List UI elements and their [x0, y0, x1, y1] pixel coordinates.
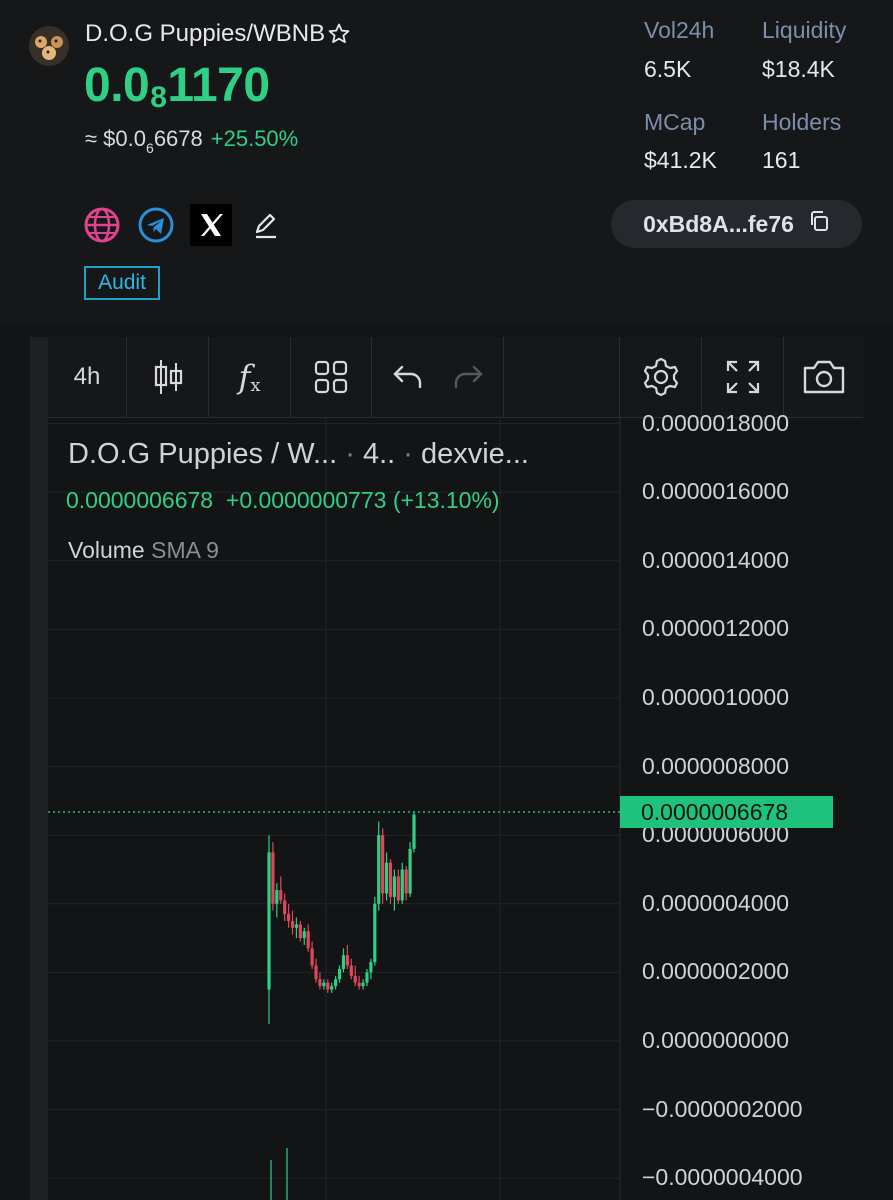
price-axis-label: 0.0000014000: [642, 546, 790, 573]
copy-icon[interactable]: [808, 210, 830, 238]
chart-grid: [48, 418, 620, 1200]
candle-body: [392, 876, 397, 897]
token-price: 0.081170: [84, 59, 270, 114]
candle-body: [318, 979, 322, 987]
usd-price: ≈ $0.066678 +25.50%: [85, 126, 299, 156]
price-axis-label: 0.0000012000: [642, 615, 790, 642]
current-price-tag: 0.0000006678: [620, 796, 833, 828]
interval-selector[interactable]: 4h: [48, 337, 126, 417]
x-logo-icon[interactable]: [190, 204, 232, 246]
price-change: +25.50%: [210, 126, 299, 151]
candle-body: [298, 924, 302, 939]
mcap-label: MCap: [644, 109, 706, 135]
candle-body: [310, 948, 314, 966]
grid-icon[interactable]: [291, 337, 371, 417]
candle-body: [283, 900, 287, 915]
candle-body: [388, 862, 393, 897]
candle-body: [345, 955, 349, 966]
price-axis-label: 0.0000018000: [642, 409, 790, 436]
candle-body: [267, 852, 271, 990]
candle-body: [365, 972, 369, 983]
holders-value: 161: [762, 147, 801, 173]
camera-icon[interactable]: [784, 337, 863, 417]
candle-body: [381, 835, 385, 894]
volume-legend: Volume SMA 9: [68, 537, 219, 563]
candle-body: [412, 814, 416, 849]
candle-body: [408, 848, 412, 894]
vol24h-value: 6.5K: [644, 56, 692, 82]
candle-body: [341, 955, 346, 969]
price-axis-label: 0.0000008000: [642, 752, 790, 779]
candle-body: [361, 982, 365, 987]
candle-body: [314, 965, 318, 980]
candle-body: [302, 931, 306, 939]
candle-body: [384, 862, 389, 894]
social-links: [82, 204, 286, 246]
price-axis-label: 0.0000000000: [642, 1027, 790, 1053]
candle-body: [294, 924, 299, 928]
candle-body: [400, 869, 404, 901]
telegram-icon[interactable]: [136, 205, 176, 245]
volume-bars: [270, 1148, 288, 1200]
candle-body: [369, 962, 373, 973]
chart-legend-values: 0.0000006678 +0.0000000773 (+13.10%): [66, 487, 500, 513]
vol24h-label: Vol24h: [644, 17, 715, 43]
redo-icon[interactable]: [438, 337, 498, 417]
liquidity-value: $18.4K: [762, 56, 835, 82]
fx-icon[interactable]: fx: [209, 337, 290, 417]
expand-icon[interactable]: [702, 337, 783, 417]
candle-body: [337, 968, 342, 980]
candle-body: [334, 979, 338, 987]
volume-bar: [286, 1148, 288, 1200]
chart-legend-title: D.O.G Puppies / W... · 4.. · dexvie...: [68, 438, 529, 470]
candle-body: [357, 982, 361, 987]
pair-name: D.O.G Puppies/WBNB: [85, 20, 326, 47]
candle-body: [326, 982, 330, 990]
contract-address: 0xBd8A...fe76: [643, 210, 794, 237]
price-axis-label: −0.0000002000: [642, 1095, 803, 1122]
contract-address-button[interactable]: 0xBd8A...fe76: [611, 200, 862, 248]
token-avatar: [29, 26, 69, 66]
undo-icon[interactable]: [378, 337, 438, 417]
price-axis-label: 0.0000002000: [642, 958, 790, 985]
liquidity-label: Liquidity: [762, 17, 847, 43]
pencil-icon[interactable]: [246, 205, 286, 245]
globe-icon[interactable]: [82, 205, 122, 245]
favorite-star-icon[interactable]: [327, 22, 351, 46]
candle-body: [290, 920, 295, 928]
candle-body: [377, 835, 381, 904]
volume-bar: [270, 1160, 272, 1200]
candle-body: [396, 876, 400, 901]
candle-body: [349, 965, 353, 976]
price-axis-label: −0.0000004000: [642, 1164, 803, 1191]
candle-body: [271, 852, 275, 904]
audit-button[interactable]: Audit: [84, 266, 160, 300]
candle-body: [306, 931, 310, 949]
price-axis-label: 0.0000010000: [642, 684, 790, 710]
candle-body: [404, 869, 408, 894]
pair-name-row: D.O.G Puppies/WBNB: [85, 20, 351, 48]
candle-body: [330, 986, 334, 990]
candle-body: [373, 903, 377, 963]
candle-body: [279, 890, 283, 901]
holders-label: Holders: [762, 109, 842, 135]
candle-body: [275, 890, 279, 904]
mcap-value: $41.2K: [644, 147, 717, 173]
candle-body: [353, 975, 357, 983]
price-axis-label: 0.0000016000: [642, 478, 790, 505]
price-axis-label: 0.0000004000: [642, 889, 790, 916]
chart-toolbar: 4h fx: [48, 337, 863, 418]
candle-body: [286, 914, 291, 921]
gear-icon[interactable]: [620, 337, 701, 417]
candles: [267, 811, 416, 1024]
candle-body: [322, 982, 326, 987]
candlestick-icon[interactable]: [127, 337, 208, 417]
